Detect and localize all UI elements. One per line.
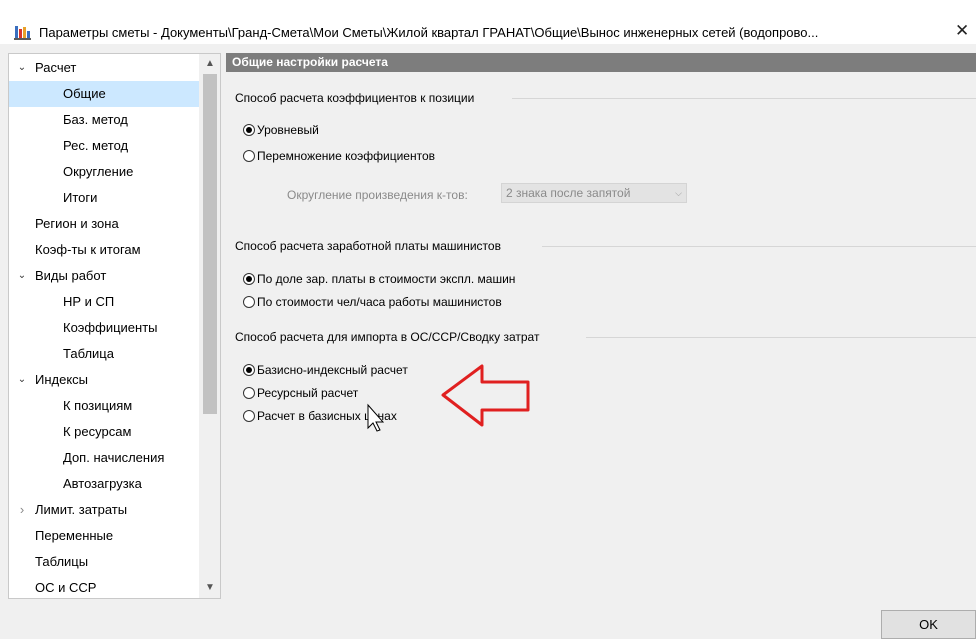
tree-item-label: Индексы: [35, 372, 89, 387]
tree-item-calculation[interactable]: ⌄ Расчет: [9, 55, 199, 81]
tree-item-label: Таблица: [63, 346, 114, 361]
tree-item-label: Виды работ: [35, 268, 107, 283]
tree-item-label: НР и СП: [63, 294, 115, 309]
settings-tree: ⌄ Расчет Общие Баз. метод Рес. метод Окр…: [8, 53, 221, 599]
radio-level[interactable]: Уровневый: [243, 123, 319, 141]
tree-item-label: Баз. метод: [63, 112, 128, 127]
tree-item-limited-costs[interactable]: › Лимит. затраты: [9, 497, 199, 523]
close-icon[interactable]: ✕: [955, 21, 969, 41]
tree-item-label: Регион и зона: [35, 216, 119, 231]
radio-selected-icon[interactable]: [243, 364, 255, 376]
tree-item-work-types[interactable]: ⌄ Виды работ: [9, 263, 199, 289]
radio-base-prices[interactable]: Расчет в базисных ценах: [243, 409, 397, 427]
tree-item-resource-method[interactable]: Рес. метод: [9, 133, 199, 159]
radio-selected-icon[interactable]: [243, 273, 255, 285]
radio-icon[interactable]: [243, 150, 255, 162]
rounding-select[interactable]: 2 знака после запятой ⌵: [501, 183, 687, 203]
tree-item-total-coefficients[interactable]: Коэф-ты к итогам: [9, 237, 199, 263]
scroll-down-icon[interactable]: ▼: [199, 578, 220, 598]
group-divider: [542, 246, 976, 247]
tree-item-to-positions[interactable]: К позициям: [9, 393, 199, 419]
radio-label: Ресурсный расчет: [257, 386, 359, 400]
radio-wage-share[interactable]: По доле зар. платы в стоимости экспл. ма…: [243, 272, 515, 290]
tree-item-autoload[interactable]: Автозагрузка: [9, 471, 199, 497]
tree-item-base-method[interactable]: Баз. метод: [9, 107, 199, 133]
import-group-title: Способ расчета для импорта в ОС/ССР/Свод…: [235, 330, 540, 344]
tree-item-label: Коэффициенты: [63, 320, 158, 335]
tree-item-label: Таблицы: [35, 554, 89, 569]
rounding-label: Округление произведения к-тов:: [287, 188, 468, 202]
window-title: Параметры сметы - Документы\Гранд-Смета\…: [39, 25, 819, 40]
tree-item-label: Рес. метод: [63, 138, 129, 153]
tree-scrollbar[interactable]: ▲ ▼: [199, 54, 220, 598]
radio-label: Уровневый: [257, 123, 319, 137]
tree-item-label: Общие: [63, 86, 106, 101]
panel-header: Общие настройки расчета: [226, 53, 976, 72]
tree-item-label: ОС и ССР: [35, 580, 97, 595]
tree-item-label: К ресурсам: [63, 424, 132, 439]
radio-icon[interactable]: [243, 410, 255, 422]
tree-item-totals[interactable]: Итоги: [9, 185, 199, 211]
chevron-down-icon[interactable]: ⌄: [15, 263, 29, 289]
ok-button[interactable]: OK: [881, 610, 976, 639]
settings-panel: Общие настройки расчета Способ расчета к…: [226, 53, 976, 599]
coefficients-group-title: Способ расчета коэффициентов к позиции: [235, 91, 475, 105]
title-bar: Параметры сметы - Документы\Гранд-Смета\…: [0, 0, 976, 44]
radio-icon[interactable]: [243, 387, 255, 399]
app-icon: [14, 24, 31, 40]
radio-multiply[interactable]: Перемножение коэффициентов: [243, 149, 435, 167]
radio-resource[interactable]: Ресурсный расчет: [243, 386, 358, 404]
rounding-value: 2 знака после запятой: [506, 186, 631, 200]
radio-label: Перемножение коэффициентов: [257, 149, 436, 163]
tree-item-additional-charges[interactable]: Доп. начисления: [9, 445, 199, 471]
radio-label: По стоимости чел/часа работы машинистов: [257, 295, 502, 309]
radio-label: Расчет в базисных ценах: [257, 409, 397, 423]
tree-item-label: Округление: [63, 164, 134, 179]
tree-item-label: Итоги: [63, 190, 98, 205]
wages-group-title: Способ расчета заработной платы машинист…: [235, 239, 501, 253]
tree-item-rounding[interactable]: Округление: [9, 159, 199, 185]
tree-item-label: Расчет: [35, 60, 77, 75]
scrollbar-thumb[interactable]: [203, 74, 217, 414]
tree-item-table[interactable]: Таблица: [9, 341, 199, 367]
radio-icon[interactable]: [243, 296, 255, 308]
radio-selected-icon[interactable]: [243, 124, 255, 136]
tree-item-tables[interactable]: Таблицы: [9, 549, 199, 575]
dialog-footer: [0, 599, 976, 639]
tree-item-region[interactable]: Регион и зона: [9, 211, 199, 237]
radio-label: Базисно-индексный расчет: [257, 363, 408, 377]
tree-item-label: Лимит. затраты: [35, 502, 128, 517]
chevron-down-icon[interactable]: ⌄: [15, 55, 29, 81]
tree-item-indexes[interactable]: ⌄ Индексы: [9, 367, 199, 393]
chevron-down-icon: ⌵: [675, 188, 682, 198]
radio-label: По доле зар. платы в стоимости экспл. ма…: [257, 272, 516, 286]
tree-item-label: Автозагрузка: [63, 476, 142, 491]
tree-item-label: Доп. начисления: [63, 450, 165, 465]
tree-item-label: К позициям: [63, 398, 133, 413]
scroll-up-icon[interactable]: ▲: [199, 54, 220, 74]
radio-base-index[interactable]: Базисно-индексный расчет: [243, 363, 408, 381]
group-divider: [512, 98, 976, 99]
tree-item-label: Коэф-ты к итогам: [35, 242, 141, 257]
group-divider: [586, 337, 976, 338]
tree-item-general[interactable]: Общие: [9, 81, 199, 107]
radio-hourly-cost[interactable]: По стоимости чел/часа работы машинистов: [243, 295, 502, 313]
tree-item-variables[interactable]: Переменные: [9, 523, 199, 549]
chevron-right-icon[interactable]: ›: [15, 497, 29, 523]
tree-item-label: Переменные: [35, 528, 114, 543]
tree-item-overhead[interactable]: НР и СП: [9, 289, 199, 315]
tree-item-to-resources[interactable]: К ресурсам: [9, 419, 199, 445]
tree-item-coefficients[interactable]: Коэффициенты: [9, 315, 199, 341]
chevron-down-icon[interactable]: ⌄: [15, 367, 29, 393]
tree-item-os-ssr[interactable]: ОС и ССР: [9, 575, 199, 598]
